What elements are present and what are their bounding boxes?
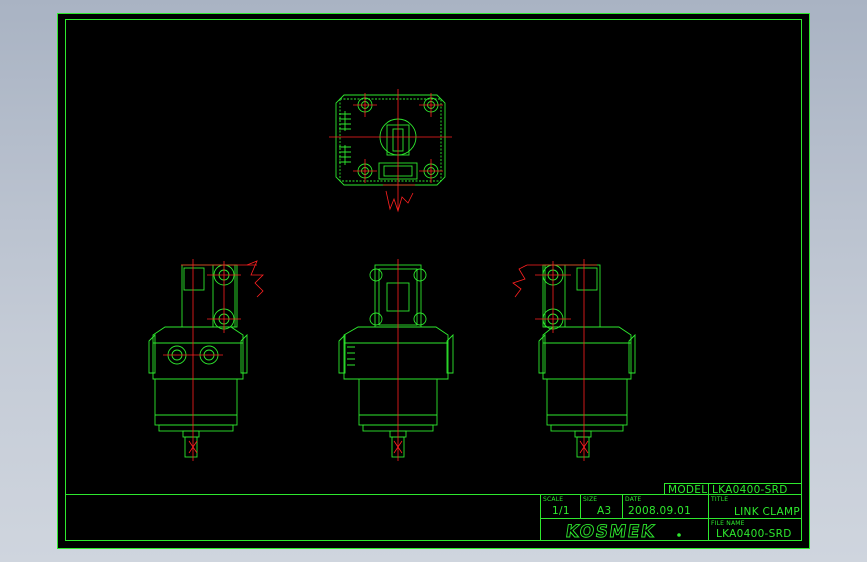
size-label: SIZE xyxy=(583,496,598,503)
drawing-sheet: KOSMEK MODEL LKA0400-SRD SCALE 1/1 SIZE … xyxy=(57,13,810,549)
title-label: TITLE xyxy=(711,496,729,503)
company-logo: KOSMEK xyxy=(564,522,657,542)
title-value: LINK CLAMP xyxy=(734,506,801,518)
date-value: 2008.09.01 xyxy=(628,505,692,517)
date-label: DATE xyxy=(625,496,642,503)
cad-drawing: KOSMEK xyxy=(57,13,810,549)
right-view xyxy=(538,264,636,458)
center-view xyxy=(338,264,454,458)
scale-value: 1/1 xyxy=(552,505,570,517)
model-label: MODEL xyxy=(668,484,708,496)
size-value: A3 xyxy=(597,505,612,517)
outer-border xyxy=(57,13,810,549)
left-view xyxy=(148,264,248,458)
scale-label: SCALE xyxy=(543,496,564,503)
file-name-label: FILE NAME xyxy=(711,520,745,527)
top-view xyxy=(335,94,446,186)
inner-frame xyxy=(65,19,802,541)
model-value: LKA0400-SRD xyxy=(712,484,788,496)
file-name-value: LKA0400-SRD xyxy=(716,528,792,540)
logo-dot xyxy=(677,533,681,537)
